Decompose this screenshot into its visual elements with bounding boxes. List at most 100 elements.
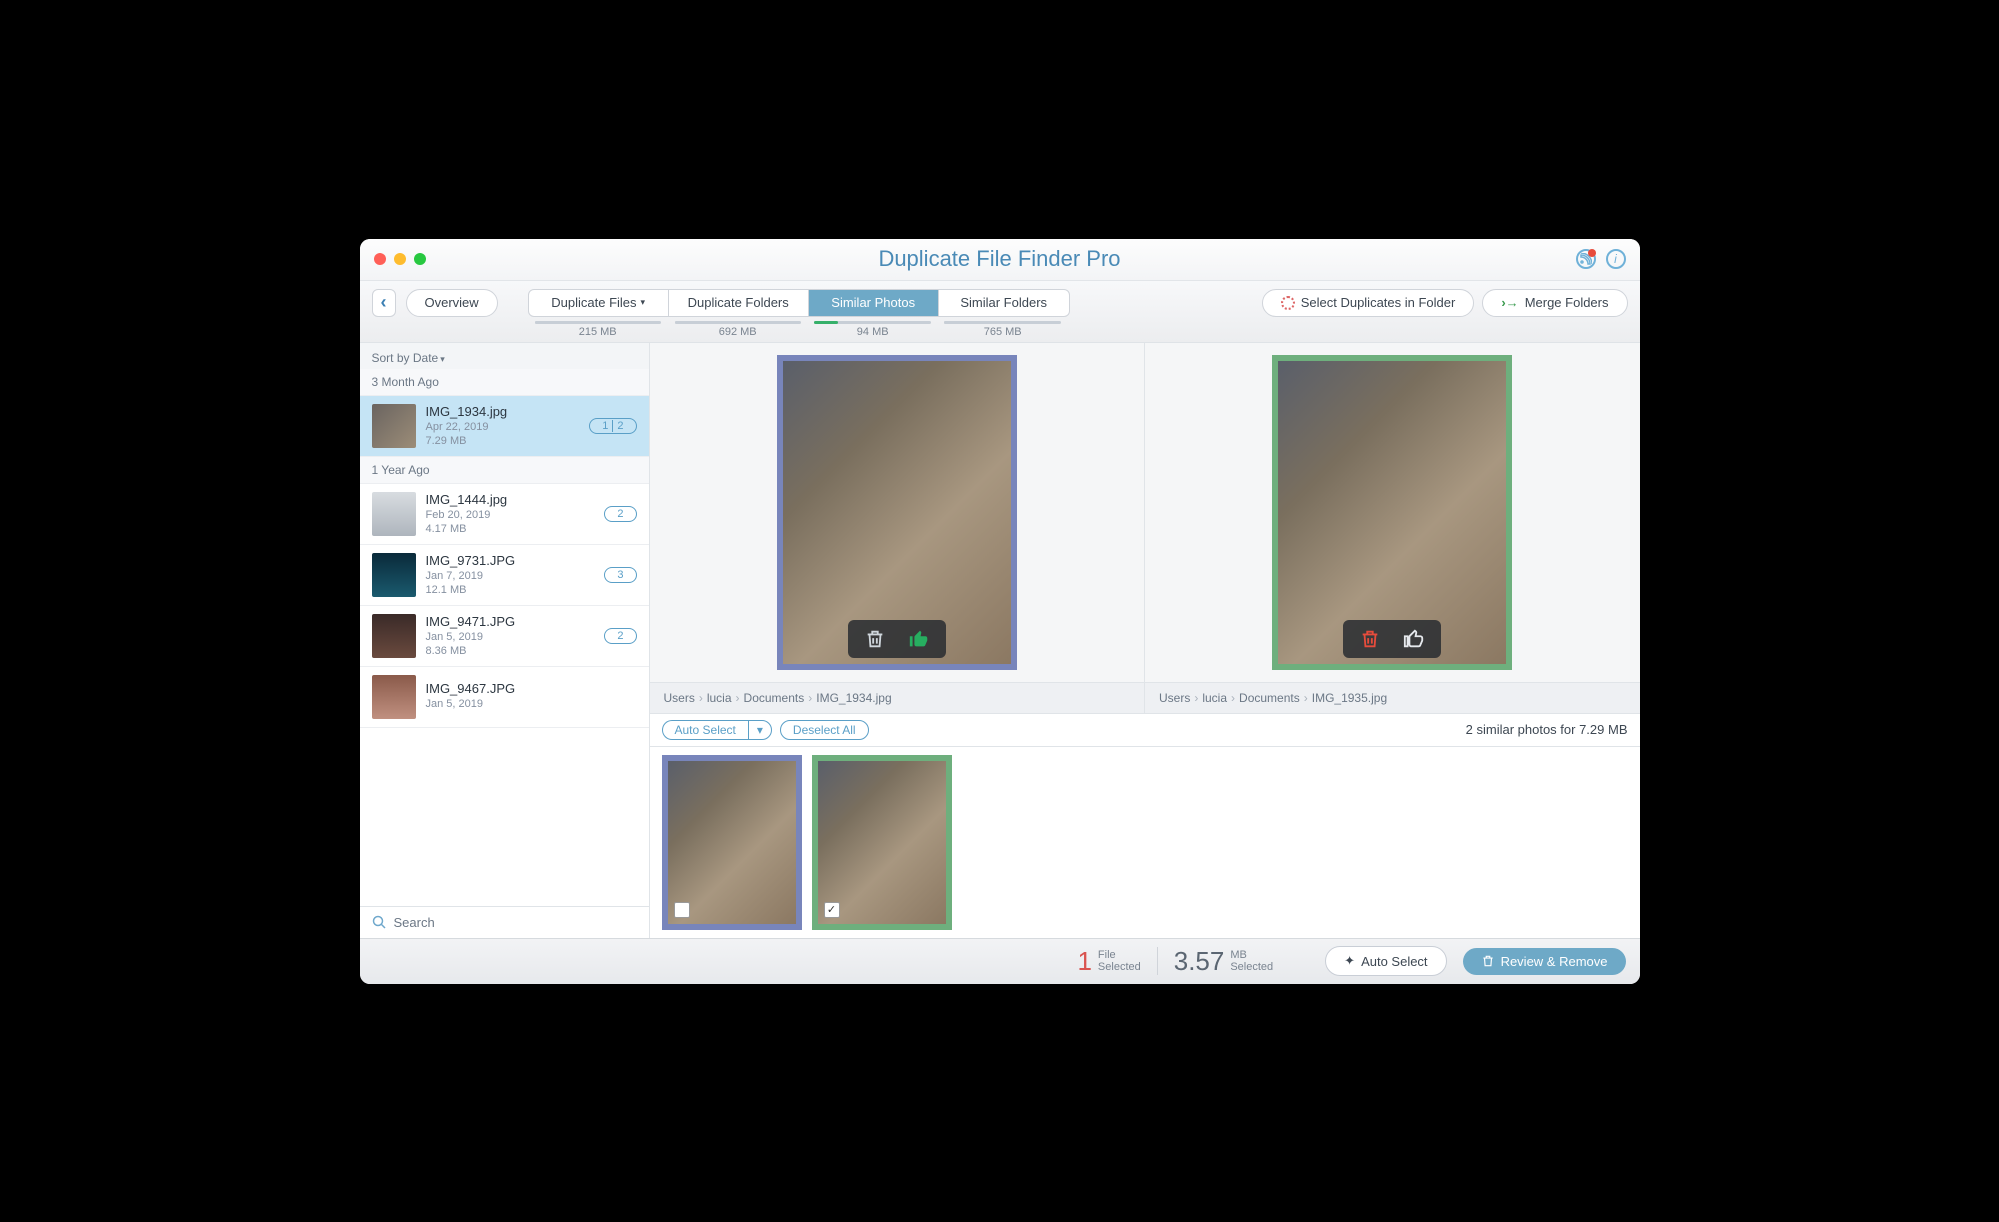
select-duplicates-button[interactable]: Select Duplicates in Folder — [1262, 289, 1475, 317]
rss-icon[interactable] — [1576, 249, 1596, 269]
list-item[interactable]: IMG_9471.JPGJan 5, 20198.36 MB2 — [360, 606, 649, 667]
item-name: IMG_1444.jpg — [426, 492, 595, 507]
strip-thumbnail[interactable]: ✓ — [812, 755, 952, 930]
thumbnail-icon — [372, 675, 416, 719]
path-segment[interactable]: Users — [1159, 691, 1190, 705]
window-title: Duplicate File Finder Pro — [360, 246, 1640, 272]
delete-icon[interactable] — [862, 626, 888, 652]
path-right: Users›lucia›Documents›IMG_1935.jpg — [1145, 682, 1640, 713]
thumbnail-icon — [372, 553, 416, 597]
chevron-right-icon: › — [808, 691, 812, 705]
thumbnail-icon — [372, 404, 416, 448]
item-size: 12.1 MB — [426, 584, 595, 596]
item-size: 8.36 MB — [426, 645, 595, 657]
path-segment[interactable]: IMG_1935.jpg — [1312, 691, 1387, 705]
list-item[interactable]: IMG_9731.JPGJan 7, 201912.1 MB3 — [360, 545, 649, 606]
search-icon — [372, 915, 386, 929]
count-badge: 3 — [604, 567, 636, 583]
merge-folders-button[interactable]: ›→ Merge Folders — [1482, 289, 1627, 317]
sort-dropdown[interactable]: Sort by Date — [360, 343, 649, 369]
back-button[interactable]: ‹ — [372, 289, 396, 317]
group-header: 1 Year Ago — [360, 457, 649, 484]
file-list: 3 Month Ago IMG_1934.jpg Apr 22, 2019 7.29 … — [360, 369, 649, 906]
list-item[interactable]: IMG_1444.jpg Feb 20, 2019 4.17 MB 2 — [360, 484, 649, 545]
keep-icon[interactable] — [906, 626, 932, 652]
select-duplicates-label: Select Duplicates in Folder — [1301, 295, 1456, 310]
preview-row: Users›lucia›Documents›IMG_1934.jpg — [650, 343, 1640, 713]
chevron-down-icon: ▾ — [641, 297, 646, 308]
deselect-all-button[interactable]: Deselect All — [780, 720, 869, 740]
tab-size-label: 692 MB — [668, 321, 808, 338]
notification-dot-icon — [1588, 249, 1596, 257]
overview-button[interactable]: Overview — [406, 289, 498, 317]
tab-size-label: 94 MB — [808, 321, 938, 338]
footer: 1 FileSelected 3.57 MBSelected ✦ Auto Se… — [360, 938, 1640, 984]
list-item[interactable]: IMG_1934.jpg Apr 22, 2019 7.29 MB 12 — [360, 396, 649, 457]
preview-right: Users›lucia›Documents›IMG_1935.jpg — [1145, 343, 1640, 713]
strip-toolbar: Auto Select ▾ Deselect All 2 similar pho… — [650, 713, 1640, 747]
thumbnail-checkbox[interactable]: ✓ — [824, 902, 840, 918]
preview-image-right[interactable] — [1272, 355, 1512, 670]
search-placeholder: Search — [394, 915, 435, 930]
app-window: Duplicate File Finder Pro i ‹ Overview D… — [360, 239, 1640, 984]
titlebar: Duplicate File Finder Pro i — [360, 239, 1640, 281]
footer-auto-select-label: Auto Select — [1361, 954, 1428, 969]
search-bar[interactable]: Search — [360, 906, 649, 938]
strip-info-label: 2 similar photos for 7.29 MB — [1466, 722, 1628, 737]
toolbar: ‹ Overview Duplicate Files▾Duplicate Fol… — [360, 281, 1640, 343]
thumbnail-checkbox[interactable] — [674, 902, 690, 918]
tab-similar-photos[interactable]: Similar Photos — [809, 290, 939, 316]
target-icon — [1281, 296, 1295, 310]
path-segment[interactable]: Documents — [1239, 691, 1300, 705]
item-date: Jan 5, 2019 — [426, 698, 637, 710]
review-remove-button[interactable]: Review & Remove — [1463, 948, 1626, 975]
path-segment[interactable]: lucia — [707, 691, 732, 705]
chevron-right-icon: › — [736, 691, 740, 705]
tab-size-label: 765 MB — [938, 321, 1068, 338]
item-date: Feb 20, 2019 — [426, 509, 595, 521]
wand-icon: ✦ — [1344, 953, 1355, 969]
path-segment[interactable]: lucia — [1202, 691, 1227, 705]
thumbnail-icon — [372, 614, 416, 658]
delete-icon[interactable] — [1357, 626, 1383, 652]
sidebar: Sort by Date 3 Month Ago IMG_1934.jpg Apr … — [360, 343, 650, 938]
group-header: 3 Month Ago — [360, 369, 649, 396]
thumbnail-strip: ✓ — [650, 747, 1640, 938]
tab-similar-folders[interactable]: Similar Folders — [939, 290, 1069, 316]
mb-selected-stat: 3.57 MBSelected — [1174, 946, 1273, 977]
preview-left-actions — [848, 620, 946, 658]
item-size: 7.29 MB — [426, 435, 580, 447]
path-segment[interactable]: Users — [664, 691, 695, 705]
list-item[interactable]: IMG_9467.JPG Jan 5, 2019 — [360, 667, 649, 728]
count-badge: 2 — [604, 628, 636, 644]
path-left: Users›lucia›Documents›IMG_1934.jpg — [650, 682, 1145, 713]
item-date: Apr 22, 2019 — [426, 421, 580, 433]
path-segment[interactable]: Documents — [744, 691, 805, 705]
content-area: Users›lucia›Documents›IMG_1934.jpg — [650, 343, 1640, 938]
tab-duplicate-files[interactable]: Duplicate Files▾ — [529, 290, 669, 316]
thumbnail-icon — [372, 492, 416, 536]
footer-auto-select-button[interactable]: ✦ Auto Select — [1325, 946, 1446, 976]
path-segment[interactable]: IMG_1934.jpg — [816, 691, 891, 705]
tab-duplicate-folders[interactable]: Duplicate Folders — [669, 290, 809, 316]
keep-icon[interactable] — [1401, 626, 1427, 652]
item-name: IMG_1934.jpg — [426, 404, 580, 419]
preview-right-actions — [1343, 620, 1441, 658]
category-tabs: Duplicate Files▾Duplicate FoldersSimilar… — [528, 289, 1070, 338]
count-badge: 2 — [604, 506, 636, 522]
files-selected-stat: 1 FileSelected — [1077, 946, 1140, 977]
item-size: 4.17 MB — [426, 523, 595, 535]
auto-select-dropdown[interactable]: ▾ — [748, 720, 772, 740]
chevron-right-icon: › — [699, 691, 703, 705]
chevron-right-icon: › — [1231, 691, 1235, 705]
item-name: IMG_9467.JPG — [426, 681, 637, 696]
strip-thumbnail[interactable] — [662, 755, 802, 930]
mb-selected-count: 3.57 — [1174, 946, 1225, 977]
item-name: IMG_9731.JPG — [426, 553, 595, 568]
chevron-right-icon: › — [1304, 691, 1308, 705]
info-icon[interactable]: i — [1606, 249, 1626, 269]
merge-folders-label: Merge Folders — [1525, 295, 1609, 310]
count-badge: 12 — [589, 418, 636, 434]
auto-select-button[interactable]: Auto Select — [662, 720, 748, 740]
preview-image-left[interactable] — [777, 355, 1017, 670]
